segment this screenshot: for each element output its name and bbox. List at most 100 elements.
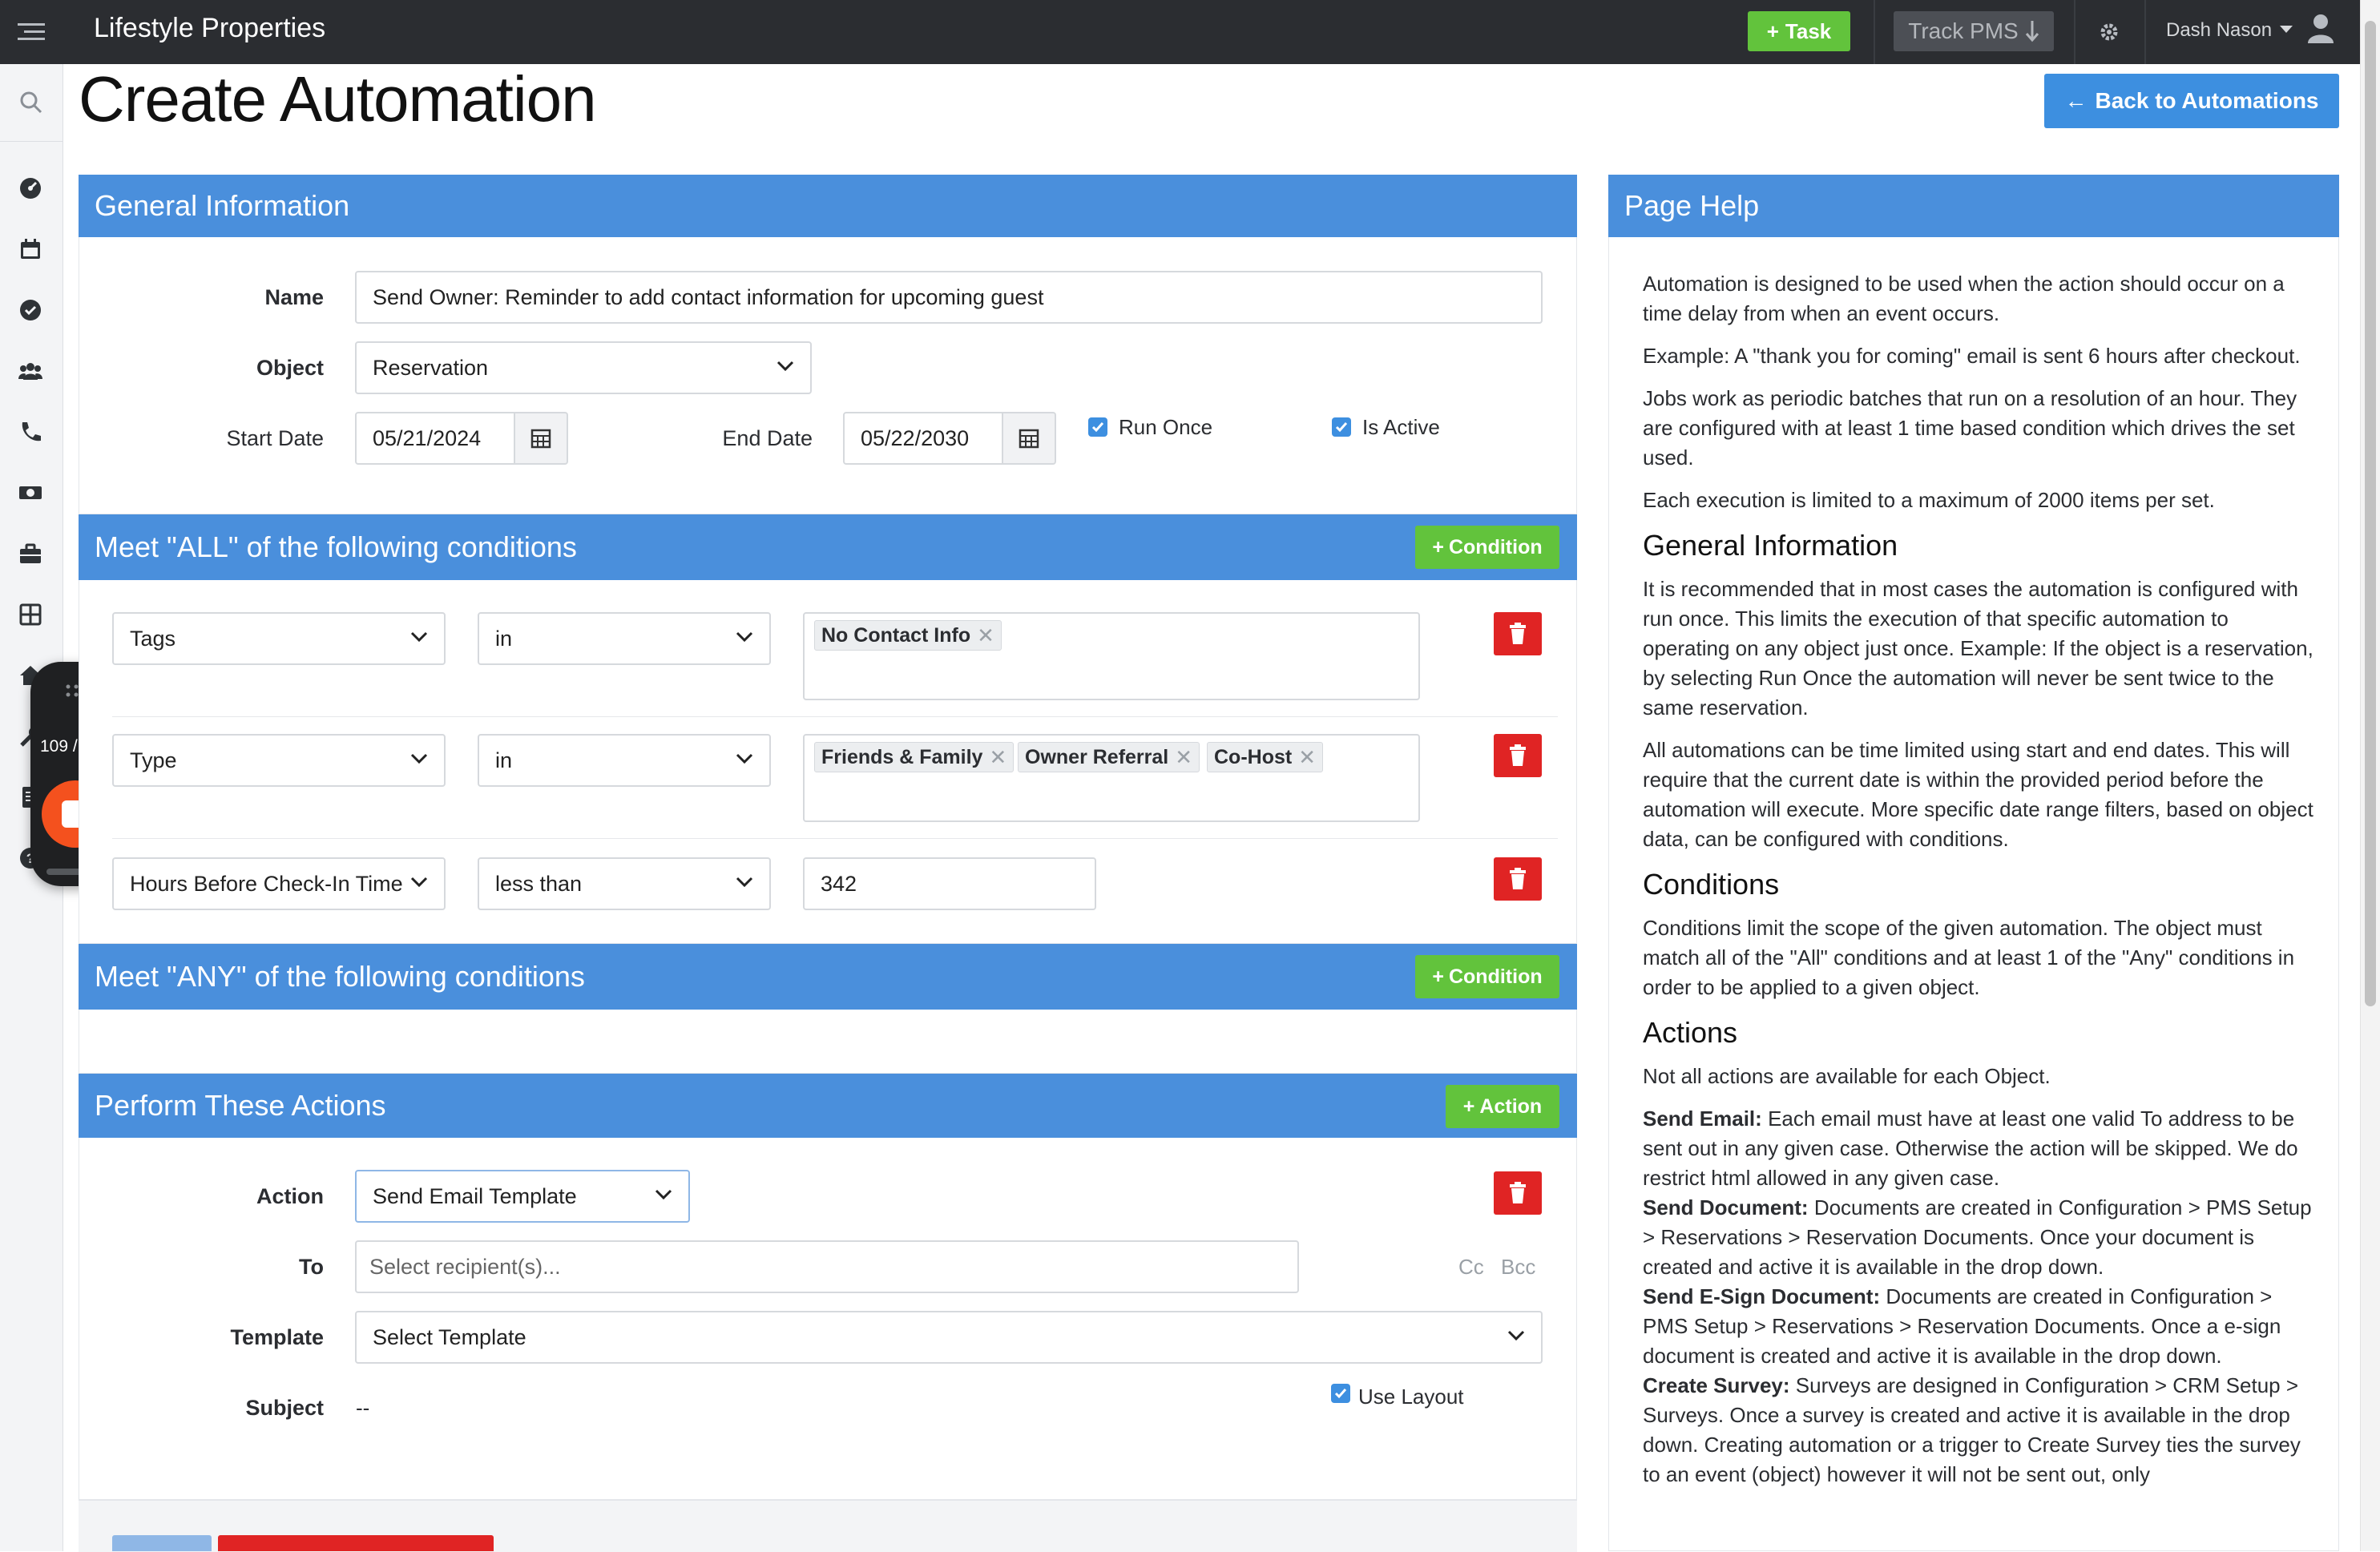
remove-tag-icon[interactable]: ✕ — [977, 623, 994, 648]
condition-field-select[interactable]: Hours Before Check-In Time — [112, 857, 446, 910]
help-subheading: Conditions — [1643, 868, 1780, 901]
condition-operator-value: in — [495, 626, 513, 651]
remove-tag-icon[interactable]: ✕ — [1175, 745, 1192, 770]
use-layout-checkbox[interactable] — [1331, 1384, 1350, 1403]
condition-field-select[interactable]: Type — [112, 734, 446, 787]
grid-icon[interactable] — [15, 599, 46, 630]
add-any-condition-button[interactable]: + Condition — [1415, 955, 1559, 998]
help-action-term: Send Email: — [1643, 1107, 1762, 1131]
user-menu[interactable]: Dash Nason — [2166, 19, 2272, 42]
help-action-item: Create Survey: Surveys are designed in C… — [1643, 1371, 2316, 1490]
condition-tags-input[interactable]: No Contact Info ✕ — [803, 612, 1420, 700]
plus-icon: + — [1766, 18, 1779, 43]
section-title: Meet "ALL" of the following conditions — [95, 530, 577, 563]
tag-label: Co-Host — [1214, 745, 1293, 768]
trash-icon — [1510, 868, 1526, 889]
page-help-header: Page Help — [1608, 175, 2339, 237]
briefcase-icon[interactable] — [15, 538, 46, 569]
start-date-calendar-button[interactable] — [515, 412, 568, 465]
name-input[interactable]: Send Owner: Reminder to add contact info… — [355, 271, 1543, 324]
divider — [2144, 0, 2146, 64]
condition-value: 342 — [821, 871, 857, 896]
template-value: Select Template — [373, 1324, 526, 1349]
tag-label: No Contact Info — [821, 623, 971, 647]
add-task-button[interactable]: + Task — [1748, 11, 1850, 51]
recipient-placeholder: Select recipient(s)... — [369, 1254, 561, 1279]
help-paragraph: Each execution is limited to a maximum o… — [1643, 488, 2215, 512]
gear-icon[interactable] — [2092, 14, 2127, 50]
subject-value[interactable]: -- — [356, 1396, 369, 1421]
chevron-down-icon — [410, 877, 428, 888]
remove-tag-icon[interactable]: ✕ — [1298, 745, 1316, 770]
money-icon[interactable] — [15, 478, 46, 508]
delete-condition-button[interactable] — [1494, 734, 1542, 777]
condition-operator-select[interactable]: in — [478, 734, 771, 787]
download-arrow-icon — [2025, 21, 2039, 42]
chevron-down-icon — [777, 361, 794, 372]
divider — [112, 716, 1558, 717]
cancel-button[interactable] — [218, 1535, 494, 1551]
action-label: Action — [256, 1184, 324, 1208]
condition-tags-input[interactable]: Friends & Family ✕ Owner Referral ✕ Co-H… — [803, 734, 1420, 822]
end-date-label: End Date — [722, 426, 813, 450]
recipient-input[interactable]: Select recipient(s)... — [355, 1240, 1299, 1293]
start-date-input[interactable]: 05/21/2024 — [355, 412, 515, 465]
end-date-calendar-button[interactable] — [1003, 412, 1056, 465]
is-active-checkbox[interactable] — [1332, 417, 1351, 437]
add-all-condition-button[interactable]: + Condition — [1415, 526, 1559, 569]
caret-down-icon[interactable] — [2280, 26, 2293, 33]
name-label: Name — [264, 285, 324, 309]
dashboard-icon[interactable] — [15, 173, 46, 204]
check-circle-icon[interactable] — [15, 295, 46, 325]
help-paragraph: Jobs work as periodic batches that run o… — [1643, 386, 2297, 470]
condition-operator-select[interactable]: in — [478, 612, 771, 665]
is-active-label[interactable]: Is Active — [1362, 415, 1440, 440]
condition-field-select[interactable]: Tags — [112, 612, 446, 665]
user-avatar-icon[interactable] — [2308, 13, 2334, 45]
scrollbar-thumb[interactable] — [2365, 21, 2376, 1006]
template-label: Template — [230, 1325, 324, 1349]
plus-icon: + — [1432, 535, 1444, 558]
hamburger-menu-icon[interactable] — [0, 0, 63, 64]
cc-toggle[interactable]: Cc — [1458, 1255, 1484, 1280]
tag-label: Owner Referral — [1025, 745, 1169, 768]
help-action-item: Send Email: Each email must have at leas… — [1643, 1104, 2316, 1193]
calendar-icon[interactable] — [15, 234, 46, 264]
bcc-toggle[interactable]: Bcc — [1501, 1255, 1535, 1280]
plus-icon: + — [1462, 1094, 1475, 1118]
chevron-down-icon — [410, 631, 428, 643]
app-title[interactable]: Lifestyle Properties — [94, 13, 325, 44]
help-text: Automation is designed to be used when t… — [1643, 269, 2316, 1490]
page-scrollbar[interactable] — [2360, 0, 2380, 1551]
save-button[interactable] — [112, 1535, 212, 1551]
run-once-checkbox[interactable] — [1088, 417, 1107, 437]
search-icon[interactable] — [0, 64, 63, 142]
help-action-term: Send E-Sign Document: — [1643, 1284, 1881, 1308]
remove-tag-icon[interactable]: ✕ — [989, 745, 1006, 770]
start-date-value: 05/21/2024 — [373, 425, 482, 450]
delete-condition-button[interactable] — [1494, 857, 1542, 901]
add-action-button[interactable]: + Action — [1446, 1085, 1559, 1128]
tag-chip: Owner Referral ✕ — [1018, 742, 1200, 772]
condition-field-value: Hours Before Check-In Time — [130, 871, 403, 896]
condition-operator-select[interactable]: less than — [478, 857, 771, 910]
action-select[interactable]: Send Email Template — [355, 1170, 690, 1223]
help-paragraph: Conditions limit the scope of the given … — [1643, 916, 2295, 999]
help-subheading: Actions — [1643, 1016, 1738, 1049]
template-select[interactable]: Select Template — [355, 1311, 1543, 1364]
track-pms-button[interactable]: Track PMS — [1894, 11, 2054, 51]
delete-condition-button[interactable] — [1494, 612, 1542, 655]
users-icon[interactable] — [15, 356, 46, 386]
actions-header: Perform These Actions — [79, 1074, 1577, 1138]
chevron-down-icon — [1507, 1330, 1525, 1341]
end-date-input[interactable]: 05/22/2030 — [843, 412, 1003, 465]
run-once-label[interactable]: Run Once — [1119, 415, 1212, 440]
delete-action-button[interactable] — [1494, 1171, 1542, 1215]
phone-icon[interactable] — [15, 417, 46, 447]
condition-field-value: Type — [130, 748, 177, 772]
use-layout-label[interactable]: Use Layout — [1358, 1385, 1464, 1409]
back-to-automations-button[interactable]: ← Back to Automations — [2044, 74, 2339, 128]
tag-chip: Friends & Family ✕ — [814, 742, 1015, 772]
condition-value-input[interactable]: 342 — [803, 857, 1096, 910]
object-select[interactable]: Reservation — [355, 341, 812, 394]
